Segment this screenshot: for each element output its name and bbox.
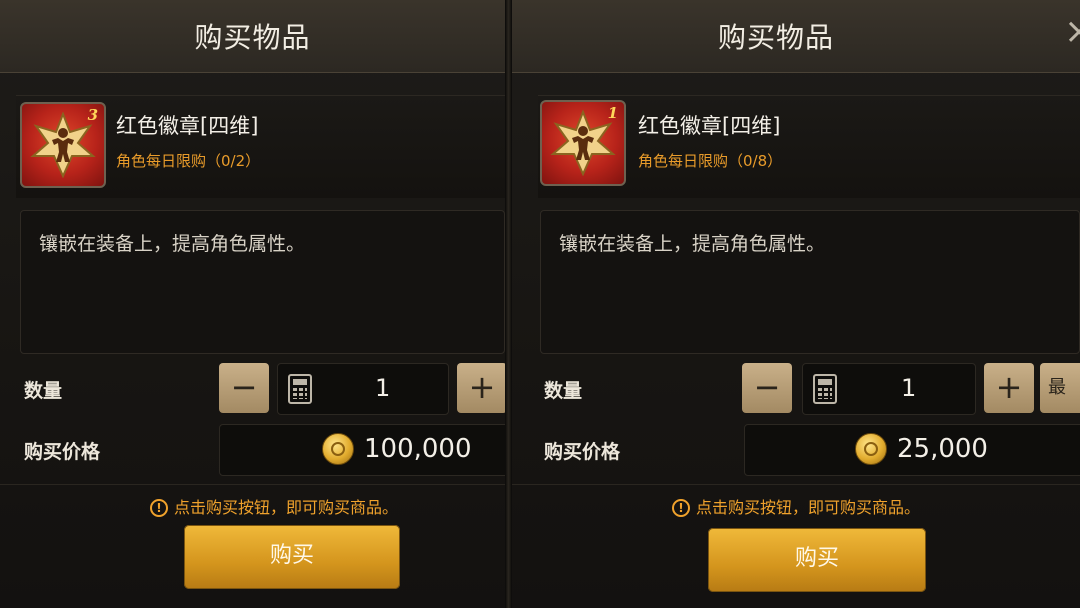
purchase-dialog-left: 购买物品 3 红色徽章[四维] 角色每日限购（0/2） 镶嵌在装备上，提高角色属… xyxy=(0,0,505,608)
increase-quantity-button[interactable]: + xyxy=(457,363,505,413)
item-description-box: 镶嵌在装备上，提高角色属性。 xyxy=(540,210,1080,354)
quantity-input[interactable]: 1 xyxy=(802,363,976,415)
quantity-value: 1 xyxy=(375,374,391,402)
price-label: 购买价格 xyxy=(24,441,101,463)
price-value: 25,000 xyxy=(897,434,988,464)
price-label: 购买价格 xyxy=(544,441,621,463)
decrease-quantity-button[interactable]: − xyxy=(219,363,269,413)
item-description: 镶嵌在装备上，提高角色属性。 xyxy=(559,233,826,255)
calculator-icon[interactable] xyxy=(288,374,312,404)
gold-coin-icon xyxy=(322,433,354,465)
item-info: 1 红色徽章[四维] 角色每日限购（0/8） xyxy=(538,95,1080,198)
price-field: 25,000 xyxy=(744,424,1080,476)
badge-strongman-icon[interactable]: 1 xyxy=(540,100,626,186)
item-purchase-limit: 角色每日限购（0/2） xyxy=(116,152,261,170)
calculator-icon[interactable] xyxy=(813,374,837,404)
item-purchase-limit: 角色每日限购（0/8） xyxy=(638,152,783,170)
exclamation-circle-icon: ! xyxy=(150,499,168,517)
close-icon[interactable]: × xyxy=(1064,14,1080,50)
purchase-hint-text: 点击购买按钮，即可购买商品。 xyxy=(696,498,921,517)
dialog-title: 购买物品 xyxy=(194,21,311,54)
badge-strongman-icon[interactable]: 3 xyxy=(20,102,106,188)
purchase-dialog-right: 购买物品 × 1 红色徽章[四维] 角色每日限购（0/8） 镶嵌在装备上，提高角… xyxy=(512,0,1080,608)
purchase-hint: ! 点击购买按钮，即可购买商品。 xyxy=(672,494,920,518)
quantity-label: 数量 xyxy=(24,380,63,402)
exclamation-circle-icon: ! xyxy=(672,499,690,517)
price-field: 100,000 xyxy=(219,424,505,476)
buy-button[interactable]: 购买 xyxy=(708,528,926,592)
item-info: 3 红色徽章[四维] 角色每日限购（0/2） xyxy=(16,95,505,198)
screen-divider xyxy=(505,0,512,608)
item-stack-count: 1 xyxy=(607,104,618,122)
buy-button[interactable]: 购买 xyxy=(184,525,400,589)
item-name: 红色徽章[四维] xyxy=(638,114,781,138)
dialog-header: 购买物品 xyxy=(0,0,505,73)
divider xyxy=(512,484,1080,485)
decrease-quantity-button[interactable]: − xyxy=(742,363,792,413)
gold-coin-icon xyxy=(855,433,887,465)
quantity-label: 数量 xyxy=(544,380,583,402)
price-value: 100,000 xyxy=(364,434,472,464)
item-name: 红色徽章[四维] xyxy=(116,114,259,138)
quantity-input[interactable]: 1 xyxy=(277,363,449,415)
quantity-value: 1 xyxy=(901,374,917,402)
divider xyxy=(0,484,505,485)
item-description-box: 镶嵌在装备上，提高角色属性。 xyxy=(20,210,505,354)
max-quantity-button[interactable]: 最大 xyxy=(1040,363,1080,448)
increase-quantity-button[interactable]: + xyxy=(984,363,1034,413)
purchase-hint: ! 点击购买按钮，即可购买商品。 xyxy=(150,494,398,518)
item-stack-count: 3 xyxy=(87,106,98,124)
dialog-title: 购买物品 xyxy=(717,21,834,54)
dialog-header: 购买物品 × xyxy=(512,0,1080,73)
item-description: 镶嵌在装备上，提高角色属性。 xyxy=(39,233,306,255)
purchase-hint-text: 点击购买按钮，即可购买商品。 xyxy=(174,498,399,517)
